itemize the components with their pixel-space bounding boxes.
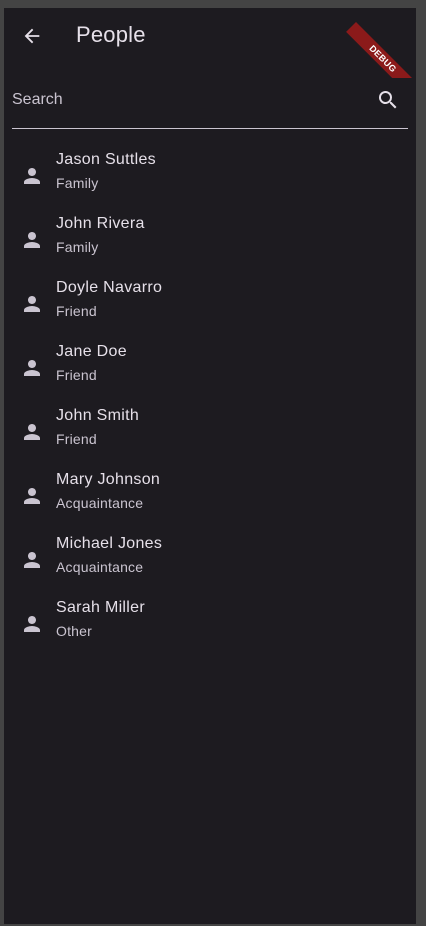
list-item[interactable]: John Rivera Family xyxy=(4,208,416,272)
contact-group: Other xyxy=(56,623,93,639)
person-icon xyxy=(24,232,40,248)
contact-name: Mary Johnson xyxy=(56,471,161,488)
device-frame: People DEBUG Jason Suttles Family John R… xyxy=(0,0,426,926)
contact-name: John Rivera xyxy=(56,215,145,232)
contact-group: Friend xyxy=(56,431,97,447)
contact-group: Friend xyxy=(56,303,97,319)
app-screen: People DEBUG Jason Suttles Family John R… xyxy=(4,8,416,924)
contact-name: Jason Suttles xyxy=(56,151,156,168)
back-button[interactable] xyxy=(16,20,48,52)
list-item[interactable]: Sarah Miller Other xyxy=(4,592,416,656)
contact-group: Acquaintance xyxy=(56,559,144,575)
contact-list: Jason Suttles Family John Rivera Family … xyxy=(4,144,416,656)
contact-name: Sarah Miller xyxy=(56,599,145,616)
list-item[interactable]: Jane Doe Friend xyxy=(4,336,416,400)
contact-name: Michael Jones xyxy=(56,535,163,552)
page-title: People xyxy=(76,22,146,47)
list-item[interactable]: Michael Jones Acquaintance xyxy=(4,528,416,592)
contact-name: John Smith xyxy=(56,407,140,424)
search-icon[interactable] xyxy=(376,88,400,112)
contact-group: Acquaintance xyxy=(56,495,144,511)
search-field xyxy=(12,80,408,129)
list-item[interactable]: Doyle Navarro Friend xyxy=(4,272,416,336)
contact-name: Doyle Navarro xyxy=(56,279,163,296)
person-icon xyxy=(24,488,40,504)
person-icon xyxy=(24,360,40,376)
search-input[interactable] xyxy=(12,80,362,120)
contact-group: Friend xyxy=(56,367,97,383)
person-icon xyxy=(24,552,40,568)
debug-banner: DEBUG xyxy=(346,8,416,78)
list-item[interactable]: John Smith Friend xyxy=(4,400,416,464)
person-icon xyxy=(24,424,40,440)
person-icon xyxy=(24,296,40,312)
debug-banner-label: DEBUG xyxy=(346,22,416,78)
contact-name: Jane Doe xyxy=(56,343,127,360)
arrow-back-icon xyxy=(24,28,40,44)
list-item[interactable]: Jason Suttles Family xyxy=(4,144,416,208)
person-icon xyxy=(24,616,40,632)
list-item[interactable]: Mary Johnson Acquaintance xyxy=(4,464,416,528)
person-icon xyxy=(24,168,40,184)
contact-group: Family xyxy=(56,175,99,191)
contact-group: Family xyxy=(56,239,99,255)
